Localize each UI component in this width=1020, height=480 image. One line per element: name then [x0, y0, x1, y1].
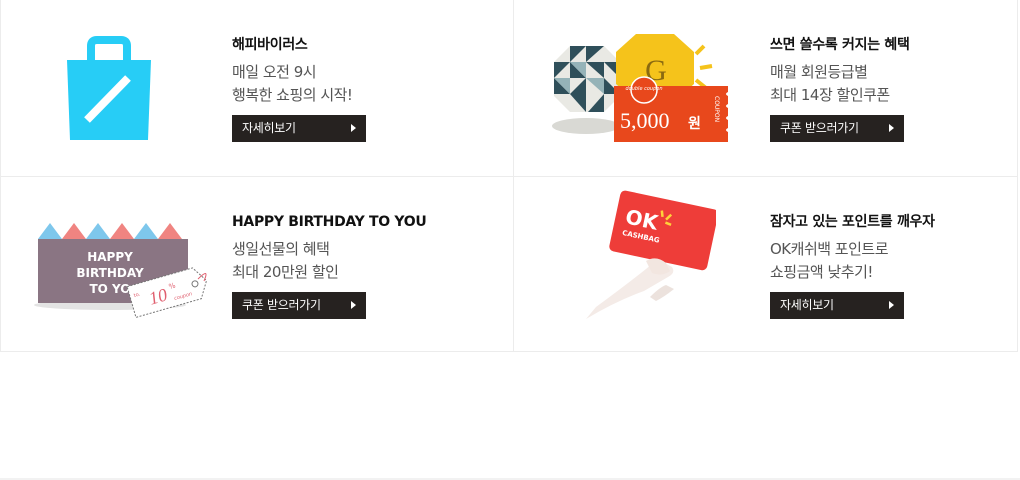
- get-coupon-button[interactable]: 쿠폰 받으러가기: [770, 115, 904, 142]
- card-description: 매월 회원등급별 최대 14장 할인쿠폰: [770, 61, 1020, 107]
- details-button[interactable]: 자세히보기: [232, 115, 366, 142]
- desc-line: OK캐쉬백 포인트로: [770, 240, 889, 258]
- desc-line: 생일선물의 혜택: [232, 240, 330, 258]
- card-title: HAPPY BIRTHDAY TO YOU: [232, 214, 427, 230]
- button-label: 쿠폰 받으러가기: [242, 298, 321, 312]
- shopping-bag-icon: [67, 36, 151, 140]
- desc-line: 최대 20만원 할인: [232, 263, 339, 281]
- coupon-icon: G double coupon 5,000 원 COUPON: [552, 34, 728, 142]
- coupon-amount: 5,000: [620, 108, 670, 133]
- card-title: 해피바이러스: [232, 37, 308, 53]
- card-description: 생일선물의 혜택 최대 20만원 할인: [232, 238, 502, 284]
- get-coupon-button[interactable]: 쿠폰 받으러가기: [232, 292, 366, 319]
- desc-line: 매월 회원등급별: [770, 63, 868, 81]
- coupon-side: COUPON: [713, 96, 720, 122]
- arrow-right-icon: [889, 301, 894, 309]
- card-title: 잠자고 있는 포인트를 깨우자: [770, 214, 935, 230]
- benefit-card-monthly-coupons: G double coupon 5,000 원 COUPON 쓰면 쓸수록 커지…: [514, 0, 1020, 176]
- desc-line: 최대 14장 할인쿠폰: [770, 86, 890, 104]
- benefit-card-birthday: HAPPY BIRTHDAY TO YO to. 10 % coupon HAP…: [0, 177, 513, 353]
- benefit-card-ok-cashbag: OK CASHBAG 잠자고 있는 포인트를 깨우자 OK캐쉬백 포인트로 쇼핑…: [514, 177, 1020, 353]
- desc-line: 매일 오전 9시: [232, 63, 317, 81]
- banner-text: BIRTHDAY: [76, 266, 144, 280]
- coupon-script: double coupon: [625, 86, 662, 92]
- button-label: 쿠폰 받으러가기: [780, 121, 859, 135]
- birthday-tag-icon: HAPPY BIRTHDAY TO YO to. 10 % coupon: [34, 223, 208, 319]
- details-button[interactable]: 자세히보기: [770, 292, 904, 319]
- card-title: 쓰면 쓸수록 커지는 혜택: [770, 37, 910, 53]
- arrow-right-icon: [351, 124, 356, 132]
- banner-text: TO YO: [89, 282, 130, 296]
- card-description: 매일 오전 9시 행복한 쇼핑의 시작!: [232, 61, 502, 107]
- ok-cashbag-card-icon: OK CASHBAG: [586, 190, 716, 319]
- coupon-unit: 원: [688, 116, 701, 132]
- banner-text: HAPPY: [87, 250, 133, 264]
- button-label: 자세히보기: [780, 298, 834, 312]
- desc-line: 쇼핑금액 낮추기!: [770, 263, 873, 281]
- arrow-right-icon: [889, 124, 894, 132]
- arrow-right-icon: [351, 301, 356, 309]
- benefit-card-happy-virus: 해피바이러스 매일 오전 9시 행복한 쇼핑의 시작! 자세히보기: [0, 0, 513, 176]
- desc-line: 행복한 쇼핑의 시작!: [232, 86, 353, 104]
- button-label: 자세히보기: [242, 121, 296, 135]
- card-description: OK캐쉬백 포인트로 쇼핑금액 낮추기!: [770, 238, 1020, 284]
